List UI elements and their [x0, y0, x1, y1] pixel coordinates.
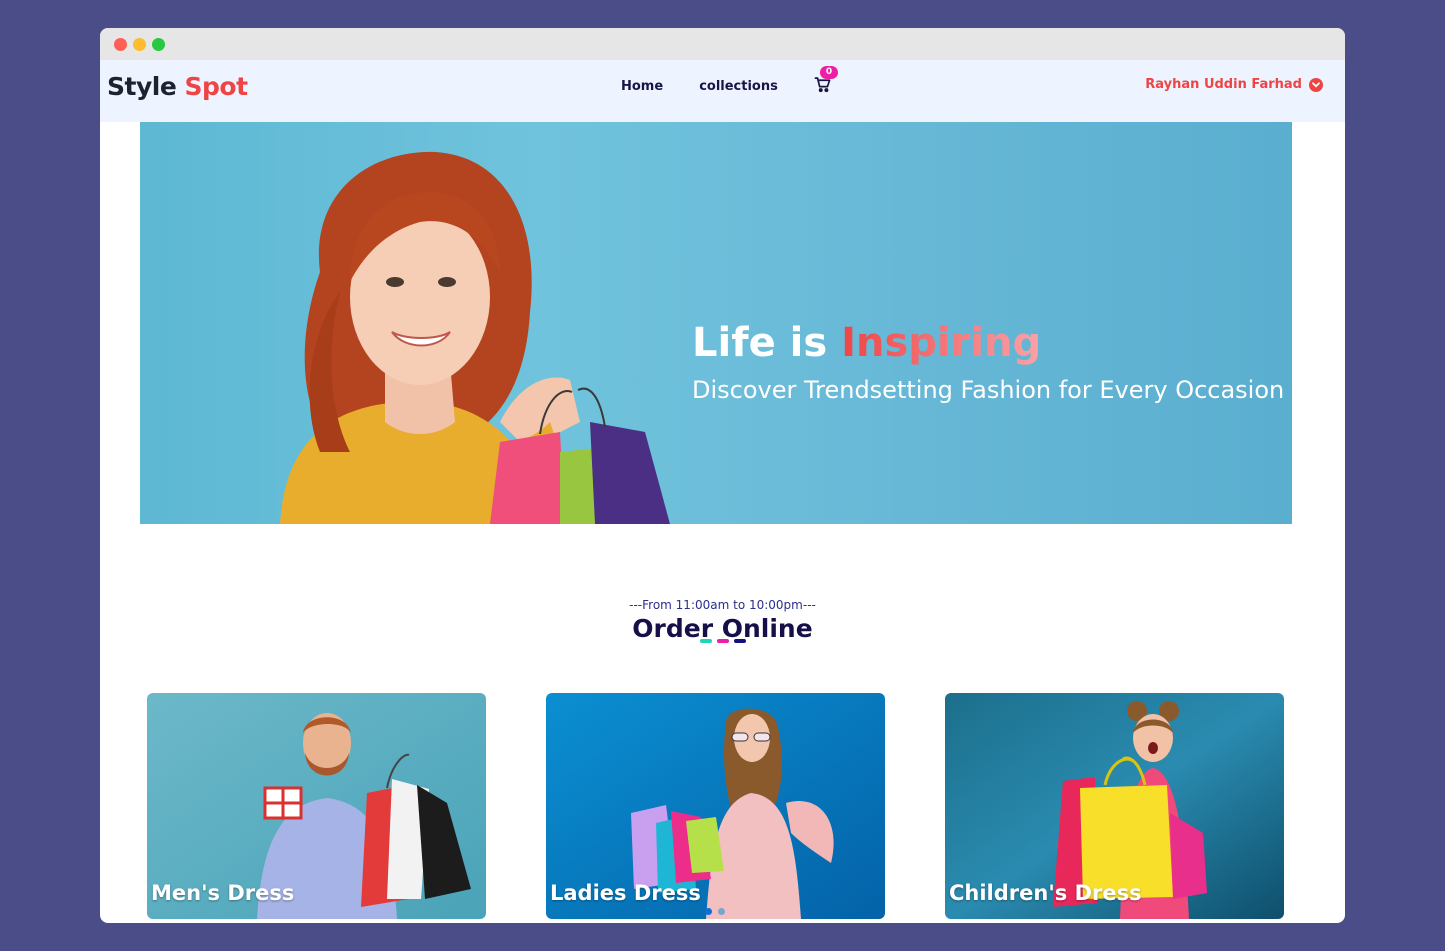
carousel-dot[interactable] — [718, 908, 725, 915]
card-label: Ladies Dress — [550, 881, 701, 905]
logo-text: Style — [107, 72, 177, 101]
underline-bar — [699, 639, 712, 643]
cart-icon — [814, 77, 831, 97]
category-card-men[interactable]: Men's Dress — [147, 693, 486, 919]
hero-title: Life is Inspiring — [692, 320, 1284, 366]
hero-title-plain: Life is — [692, 320, 842, 366]
maximize-window-button[interactable] — [152, 37, 165, 51]
user-name: Rayhan Uddin Farhad — [1145, 77, 1302, 92]
nav-links: Home collections 0 — [621, 66, 839, 97]
category-cards: Men's Dress Ladies Dress Children's Dres… — [147, 693, 1284, 919]
browser-window: Style Spot Home collections 0 Rayhan Udd… — [100, 28, 1345, 923]
close-window-button[interactable] — [114, 37, 127, 51]
card-label: Children's Dress — [949, 881, 1142, 905]
underline-bar — [716, 639, 729, 643]
cart-button[interactable]: 0 — [814, 66, 839, 97]
hero-subtitle: Discover Trendsetting Fashion for Every … — [692, 376, 1285, 404]
order-online-header: ---From 11:00am to 10:00pm--- Order Onli… — [100, 598, 1345, 643]
cart-count-badge: 0 — [819, 66, 839, 79]
site-logo[interactable]: Style Spot — [107, 72, 248, 101]
category-card-ladies[interactable]: Ladies Dress — [546, 693, 885, 919]
minimize-window-button[interactable] — [133, 37, 146, 51]
window-titlebar — [100, 28, 1345, 60]
carousel-dots — [705, 908, 725, 915]
opening-hours: ---From 11:00am to 10:00pm--- — [629, 598, 816, 612]
nav-link-collections[interactable]: collections — [699, 79, 778, 94]
chevron-down-icon — [1309, 77, 1323, 92]
hero-text: Life is Inspiring Discover Trendsetting … — [692, 320, 1284, 404]
navbar: Style Spot Home collections 0 Rayhan Udd… — [100, 60, 1345, 122]
nav-link-home[interactable]: Home — [621, 79, 663, 94]
title-underline — [100, 639, 1345, 643]
carousel-dot[interactable] — [705, 908, 712, 915]
underline-bar — [733, 639, 746, 643]
hero-banner: Life is Inspiring Discover Trendsetting … — [140, 122, 1292, 524]
hero-title-accent: Inspiring — [841, 320, 1042, 366]
category-card-children[interactable]: Children's Dress — [945, 693, 1284, 919]
card-label: Men's Dress — [151, 881, 295, 905]
logo-accent-text: Spot — [184, 72, 249, 101]
hero-photo — [280, 151, 670, 524]
user-menu[interactable]: Rayhan Uddin Farhad — [1145, 77, 1323, 92]
